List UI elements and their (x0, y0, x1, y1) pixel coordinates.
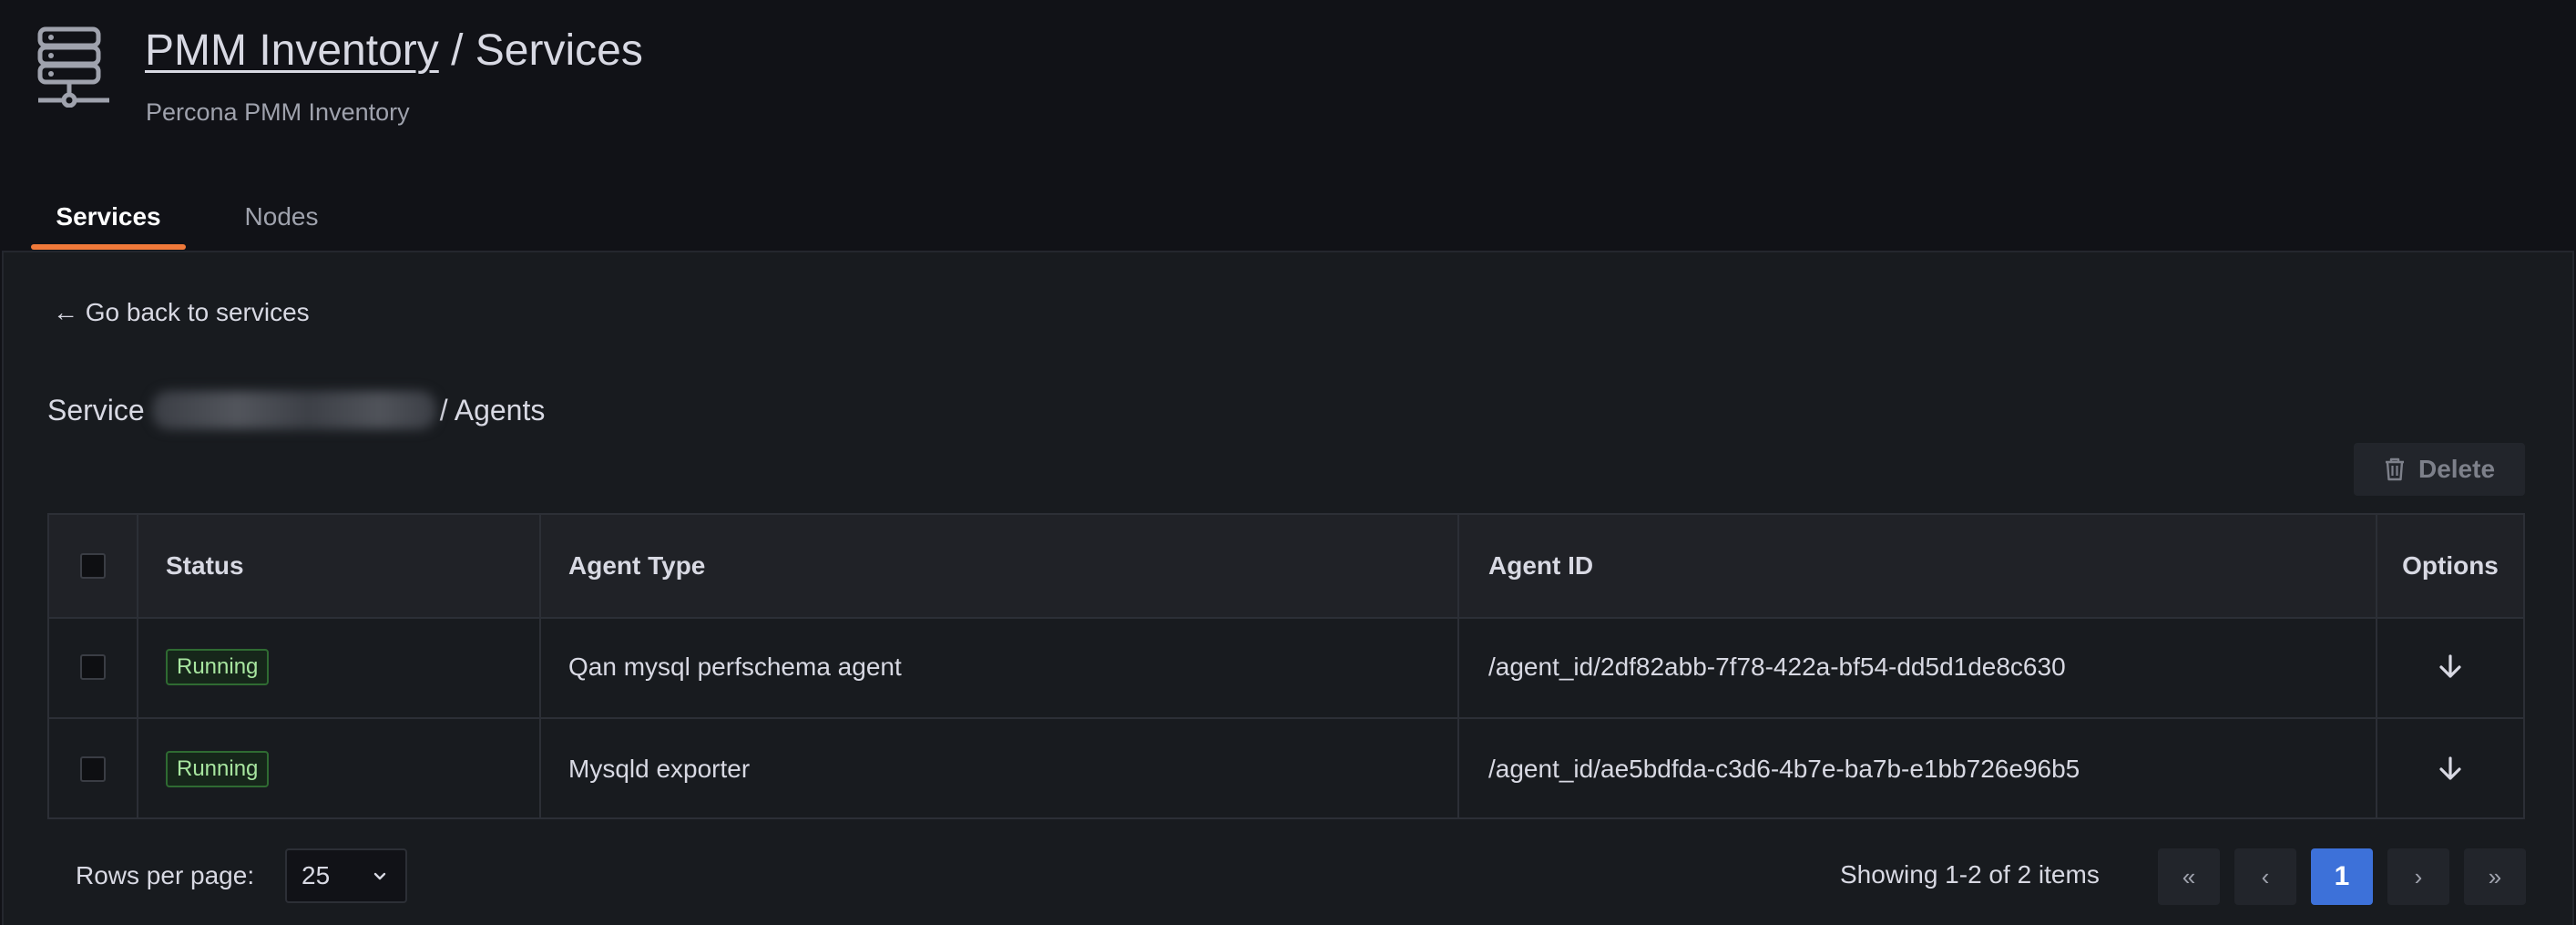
column-header-options: Options (2402, 551, 2499, 580)
previous-page-button[interactable]: ‹ (2234, 848, 2296, 905)
breadcrumb-current: Services (475, 26, 643, 75)
column-header-agent-type[interactable]: Agent Type (541, 515, 1459, 617)
arrow-down-icon (2439, 654, 2461, 678)
row-checkbox[interactable] (80, 654, 106, 680)
options-cell (2377, 719, 2523, 819)
table-header-row: Status Agent Type Agent ID Options (49, 515, 2523, 619)
page-1-button[interactable]: 1 (2311, 848, 2373, 905)
agent-id-cell: /agent_id/ae5bdfda-c3d6-4b7e-ba7b-e1bb72… (1459, 719, 2377, 819)
column-header-agent-id[interactable]: Agent ID (1459, 515, 2377, 617)
row-checkbox[interactable] (80, 756, 106, 782)
service-agents-title: Service / Agents (47, 391, 545, 429)
service-title-suffix: / Agents (439, 393, 546, 427)
status-badge: Running (166, 649, 270, 685)
next-page-button[interactable]: › (2387, 848, 2449, 905)
chevron-left-icon: ‹ (2261, 862, 2270, 890)
last-page-button[interactable]: » (2464, 848, 2526, 905)
chevron-right-icon: › (2414, 862, 2423, 890)
rows-per-page-label: Rows per page: (76, 861, 255, 889)
status-cell: Running (138, 617, 541, 717)
table-row: Running Qan mysql perfschema agent /agen… (49, 617, 2523, 719)
status-badge: Running (166, 751, 270, 787)
double-chevron-right-icon: » (2488, 862, 2502, 890)
agents-table: Status Agent Type Agent ID Options Runni… (47, 513, 2525, 819)
breadcrumb-separator: / (438, 26, 475, 75)
agent-id-cell: /agent_id/2df82abb-7f78-422a-bf54-dd5d1d… (1459, 617, 2377, 717)
chevron-down-icon (373, 872, 386, 880)
rows-per-page-value: 25 (302, 861, 331, 889)
page-title: PMM Inventory / Services (145, 26, 643, 76)
server-stack-icon (37, 26, 109, 108)
double-chevron-left-icon: « (2182, 862, 2196, 890)
tab-nodes[interactable]: Nodes (204, 195, 359, 250)
expand-row-button[interactable] (2432, 751, 2469, 787)
showing-items-text: Showing 1-2 of 2 items (1840, 860, 2100, 889)
trash-icon (2385, 457, 2404, 481)
select-all-checkbox[interactable] (80, 553, 106, 579)
first-page-button[interactable]: « (2158, 848, 2220, 905)
agent-type-cell: Qan mysql perfschema agent (541, 617, 1459, 717)
delete-button[interactable]: Delete (2354, 443, 2525, 496)
row-select-cell (49, 719, 138, 819)
service-title-prefix: Service (47, 393, 145, 427)
table-row: Running Mysqld exporter /agent_id/ae5bdf… (49, 719, 2523, 819)
service-name-redacted (151, 391, 436, 429)
status-cell: Running (138, 719, 541, 819)
options-cell (2377, 617, 2523, 717)
row-select-cell (49, 617, 138, 717)
tab-services[interactable]: Services (31, 195, 186, 250)
go-back-link[interactable]: ← Go back to services (53, 298, 310, 327)
delete-button-label: Delete (2418, 455, 2496, 483)
arrow-down-icon (2439, 756, 2461, 780)
column-header-status[interactable]: Status (138, 515, 541, 617)
rows-per-page-select[interactable]: 25 (285, 848, 407, 903)
page-header: PMM Inventory / Services Percona PMM Inv… (0, 0, 2576, 251)
page-number: 1 (2334, 861, 2350, 891)
agent-type-cell: Mysqld exporter (541, 719, 1459, 819)
page-subtitle: Percona PMM Inventory (146, 98, 410, 126)
header-select-cell (49, 515, 138, 617)
breadcrumb-link-pmm-inventory[interactable]: PMM Inventory (145, 26, 439, 75)
expand-row-button[interactable] (2432, 649, 2469, 685)
